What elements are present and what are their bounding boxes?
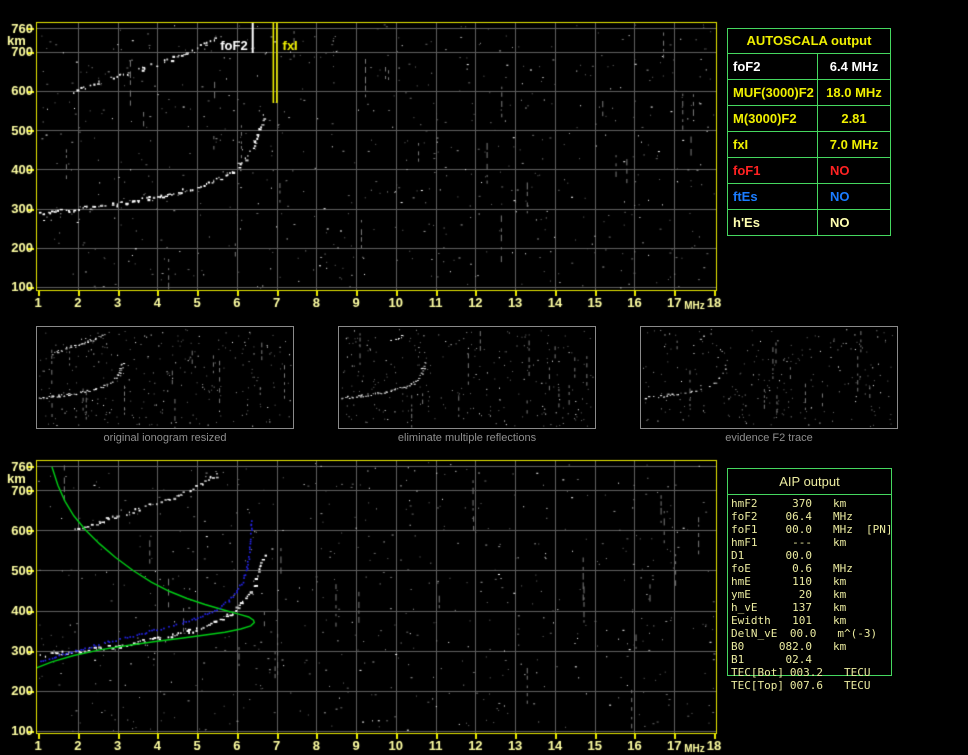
fof2-label: foF2 bbox=[728, 54, 818, 79]
fxi-value: 7.0 MHz bbox=[829, 137, 879, 152]
aip-value: 00.0 bbox=[785, 523, 813, 536]
thumbnail-caption-original: original ionogram resized bbox=[103, 432, 227, 444]
table-row-m3000f2: M(3000)F2 2.81 bbox=[727, 106, 891, 132]
table-row-hes: h'Es NO bbox=[727, 210, 891, 236]
aip-unit: km bbox=[833, 536, 847, 549]
fxi-label: fxI bbox=[728, 132, 818, 157]
aip-label: TEC[Top] bbox=[731, 679, 784, 692]
aip-unit: km bbox=[833, 588, 847, 601]
aip-row-hme: hmE 110 km bbox=[728, 575, 898, 588]
aip-row-tecbot: TEC[Bot] 003.2 TECU bbox=[728, 666, 898, 679]
table-row-ftes: ftEs NO bbox=[727, 184, 891, 210]
autoscala-screen: { "header": { "title": "Rome (lat: +41.8… bbox=[0, 0, 968, 755]
table-row-fof1: foF1 NO bbox=[727, 158, 891, 184]
aip-row-yme: ymE 20 km bbox=[728, 588, 898, 601]
aip-row-b0: B0 082.0 km bbox=[728, 640, 898, 653]
aip-label: Ewidth bbox=[731, 614, 771, 627]
aip-unit: MHz bbox=[833, 523, 853, 536]
aip-unit: TECU bbox=[843, 666, 871, 679]
aip-row-hve: h_vE 137 km bbox=[728, 601, 898, 614]
aip-label: TEC[Bot] bbox=[731, 666, 784, 679]
aip-label: hmF2 bbox=[731, 497, 758, 510]
aip-row-foe: foE 0.6 MHz bbox=[728, 562, 898, 575]
aip-label: ymE bbox=[731, 588, 751, 601]
m3000f2-value: 2.81 bbox=[841, 111, 867, 126]
aip-output-rows: hmF2 370 km foF2 06.4 MHz foF1 00.0 MHz [PN] hm… bbox=[728, 497, 898, 692]
aip-label: h_vE bbox=[731, 601, 758, 614]
aip-value: 20 bbox=[798, 588, 812, 601]
aip-row-hmf1: hmF1 --- km bbox=[728, 536, 898, 549]
top-ionogram-canvas bbox=[0, 0, 725, 312]
aip-label: B0 bbox=[731, 640, 745, 653]
aip-value: 082.0 bbox=[778, 640, 812, 653]
aip-value: 06.4 bbox=[785, 510, 813, 523]
autoscala-table-title: AUTOSCALA output bbox=[727, 28, 891, 54]
aip-unit bbox=[833, 653, 863, 666]
aip-unit: m^(-3) bbox=[837, 627, 878, 640]
thumbnail-caption-f2trace: evidence F2 trace bbox=[725, 432, 813, 444]
aip-label: B1 bbox=[731, 653, 745, 666]
aip-row-ewidth: Ewidth 101 km bbox=[728, 614, 898, 627]
aip-value: 101 bbox=[792, 614, 812, 627]
aip-unit: km bbox=[833, 575, 847, 588]
aip-label: DelN_vE bbox=[731, 627, 778, 640]
aip-value: 137 bbox=[792, 601, 812, 614]
aip-unit: km bbox=[833, 614, 847, 627]
aip-label: hmE bbox=[731, 575, 751, 588]
fof1-label: foF1 bbox=[728, 158, 818, 183]
ftes-value: NO bbox=[830, 189, 850, 204]
aip-label: foE bbox=[731, 562, 751, 575]
ftes-label: ftEs bbox=[728, 184, 818, 209]
thumbnail-caption-reflections: eliminate multiple reflections bbox=[397, 432, 537, 444]
aip-row-fof2: foF2 06.4 MHz bbox=[728, 510, 898, 523]
bottom-ionogram-canvas bbox=[0, 448, 725, 755]
autoscala-output-table: AUTOSCALA output foF2 6.4 MHz MUF(3000)F… bbox=[727, 28, 891, 236]
aip-table-title: AIP output bbox=[728, 469, 891, 495]
hes-label: h'Es bbox=[728, 210, 818, 235]
aip-value: 00.0 bbox=[785, 549, 813, 562]
aip-value: --- bbox=[792, 536, 812, 549]
aip-label: foF1 bbox=[731, 523, 758, 536]
aip-label: foF2 bbox=[731, 510, 758, 523]
aip-row-hmf2: hmF2 370 km bbox=[728, 497, 898, 510]
hes-value: NO bbox=[830, 215, 850, 230]
aip-label: D1 bbox=[731, 549, 745, 562]
table-row-fxi: fxI 7.0 MHz bbox=[727, 132, 891, 158]
aip-value: 02.4 bbox=[785, 653, 813, 666]
aip-unit: km bbox=[833, 497, 847, 510]
aip-row-b1: B1 02.4 bbox=[728, 653, 898, 666]
table-row-fof2: foF2 6.4 MHz bbox=[727, 54, 891, 80]
fof2-value: 6.4 MHz bbox=[829, 59, 879, 74]
thumbnail-original-ionogram bbox=[36, 326, 294, 429]
aip-value: 370 bbox=[792, 497, 812, 510]
aip-value: 003.2 bbox=[789, 666, 823, 679]
aip-unit: MHz bbox=[833, 510, 853, 523]
aip-unit bbox=[833, 549, 863, 562]
aip-unit: MHz bbox=[833, 562, 853, 575]
aip-value: 110 bbox=[792, 575, 812, 588]
aip-row-fof1: foF1 00.0 MHz [PN] bbox=[728, 523, 898, 536]
aip-row-delnve: DelN_vE 00.0 m^(-3) bbox=[728, 627, 898, 640]
thumbnail-evidence-f2-trace bbox=[640, 326, 898, 429]
aip-row-tectop: TEC[Top] 007.6 TECU bbox=[728, 679, 898, 692]
aip-row-d1: D1 00.0 bbox=[728, 549, 898, 562]
aip-label: hmF1 bbox=[731, 536, 758, 549]
aip-unit: km bbox=[833, 640, 847, 653]
aip-extra: [PN] bbox=[866, 523, 893, 536]
table-row-muf3000f2: MUF(3000)F2 18.0 MHz bbox=[727, 80, 891, 106]
m3000f2-label: M(3000)F2 bbox=[728, 106, 818, 131]
aip-value: 007.6 bbox=[789, 679, 823, 692]
thumbnail-eliminate-reflections bbox=[338, 326, 596, 429]
aip-unit: km bbox=[833, 601, 847, 614]
fof1-value: NO bbox=[830, 163, 850, 178]
muf3000f2-value: 18.0 MHz bbox=[826, 85, 882, 100]
muf3000f2-label: MUF(3000)F2 bbox=[728, 80, 818, 105]
aip-unit: TECU bbox=[843, 679, 871, 692]
aip-value: 0.6 bbox=[792, 562, 812, 575]
aip-value: 00.0 bbox=[789, 627, 817, 640]
